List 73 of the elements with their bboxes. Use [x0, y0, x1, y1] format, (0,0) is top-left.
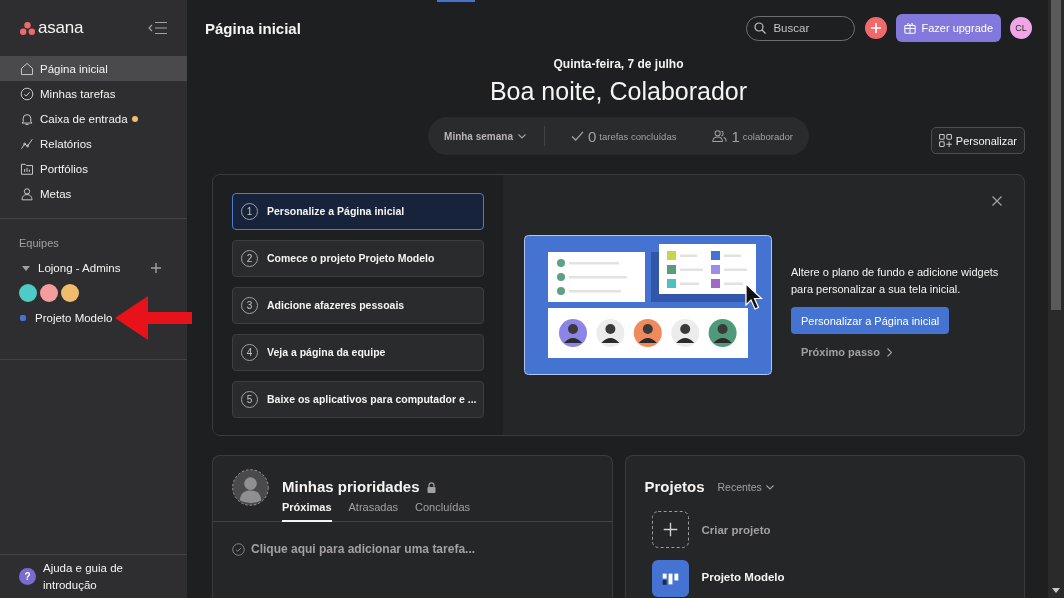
add-button[interactable]: [865, 17, 888, 39]
project-item[interactable]: Projeto Modelo: [20, 306, 113, 330]
stat-count: 0: [587, 127, 597, 145]
nav-item[interactable]: Portfólios: [0, 156, 187, 181]
onboarding-step[interactable]: 1 Personalize a Página inicial: [232, 192, 484, 230]
onboarding-step[interactable]: 3 Adicione afazeres pessoais: [232, 286, 484, 324]
section-heading: Equipes: [18, 236, 60, 250]
onboarding-step[interactable]: 5 Baixe os aplicativos para computador e ...: [232, 380, 484, 418]
sort-dropdown[interactable]: Recentes: [717, 481, 774, 493]
logo-icon: [20, 21, 35, 35]
dashed-plus-icon: [651, 511, 689, 548]
close-icon[interactable]: [992, 196, 1002, 206]
greeting-title: Boa noite, Colaborador: [488, 76, 749, 106]
search-field[interactable]: Buscar: [746, 15, 856, 41]
check-icon: [570, 131, 584, 141]
scroll-down-icon[interactable]: [1052, 588, 1060, 593]
add-task-button[interactable]: Clique aqui para adicionar uma tarefa...: [232, 542, 476, 556]
nav-item[interactable]: Página inicial: [0, 56, 187, 81]
tab[interactable]: Próximas: [282, 500, 332, 522]
lock-icon: [426, 481, 436, 493]
onboarding-step[interactable]: 2 Comece o projeto Projeto Modelo: [232, 239, 484, 277]
line-chart-icon: [20, 136, 34, 151]
check-circle-icon: [20, 86, 34, 101]
bell-icon: [20, 111, 34, 126]
user-avatar[interactable]: CL: [1010, 17, 1032, 39]
date-label: Quinta-feira, 7 de julho: [552, 56, 685, 72]
stat-count: 1: [731, 127, 740, 145]
chevron-right-icon: [886, 347, 892, 357]
upgrade-button[interactable]: Fazer upgrade: [896, 14, 1001, 42]
scrollbar-thumb[interactable]: [1051, 0, 1061, 310]
search-icon: [754, 21, 767, 34]
home-icon: [20, 61, 34, 76]
tab[interactable]: Atrasadas: [348, 500, 399, 522]
customize-home-button[interactable]: Personalizar a Página inicial: [791, 307, 950, 334]
onboarding-description: Altere o plano de fundo e adicione widgets para personalizar a sua tela inicial.: [791, 265, 1000, 297]
section-title: Minhas prioridades: [282, 477, 420, 497]
section-title: Projetos: [644, 477, 705, 497]
people-icon: [712, 130, 728, 142]
widgets-icon: [938, 134, 952, 147]
customize-button[interactable]: Personalizar: [930, 127, 1025, 154]
folder-chart-icon: [20, 161, 34, 176]
person-icon: [20, 186, 34, 201]
member-avatar[interactable]: [40, 284, 58, 302]
page-title: Página inicial: [205, 19, 301, 37]
stat-label: colaborador: [742, 130, 793, 142]
app-logo-text: asana: [38, 18, 84, 38]
nav-item[interactable]: Caixa de entrada: [0, 106, 187, 131]
tab[interactable]: Concluídas: [415, 500, 471, 522]
nav-item[interactable]: Relatórios: [0, 131, 187, 156]
onboarding-step[interactable]: 4 Veja a página da equipe: [232, 333, 484, 371]
help-button[interactable]: ? Ajuda e guia de introdução: [19, 559, 133, 594]
chevron-down-icon: [765, 484, 774, 490]
chevron-down-icon: [517, 133, 526, 139]
member-avatar[interactable]: [19, 284, 37, 302]
plus-icon[interactable]: [151, 263, 161, 273]
person-placeholder-icon: [232, 469, 269, 506]
project-item[interactable]: Projeto Modelo: [651, 560, 785, 597]
nav-item[interactable]: Metas: [0, 181, 187, 206]
next-step-link[interactable]: Próximo passo: [801, 346, 892, 358]
week-dropdown[interactable]: Minha semana: [444, 130, 526, 142]
plus-icon: [871, 23, 882, 33]
check-circle-icon: [232, 542, 245, 556]
team-name[interactable]: Lojong - Admins: [0, 256, 121, 280]
nav-item[interactable]: Minhas tarefas: [0, 81, 187, 106]
help-icon: ?: [19, 568, 36, 585]
scrollbar[interactable]: [1048, 0, 1064, 598]
annotation-arrow-icon: [115, 296, 192, 340]
menu-collapse-icon[interactable]: [148, 21, 168, 35]
gift-icon: [904, 22, 917, 34]
create-project-button[interactable]: Criar projeto: [651, 511, 771, 548]
stat-label: tarefas concluídas: [599, 130, 677, 142]
member-avatar[interactable]: [61, 284, 79, 302]
loading-indicator: [437, 0, 475, 2]
